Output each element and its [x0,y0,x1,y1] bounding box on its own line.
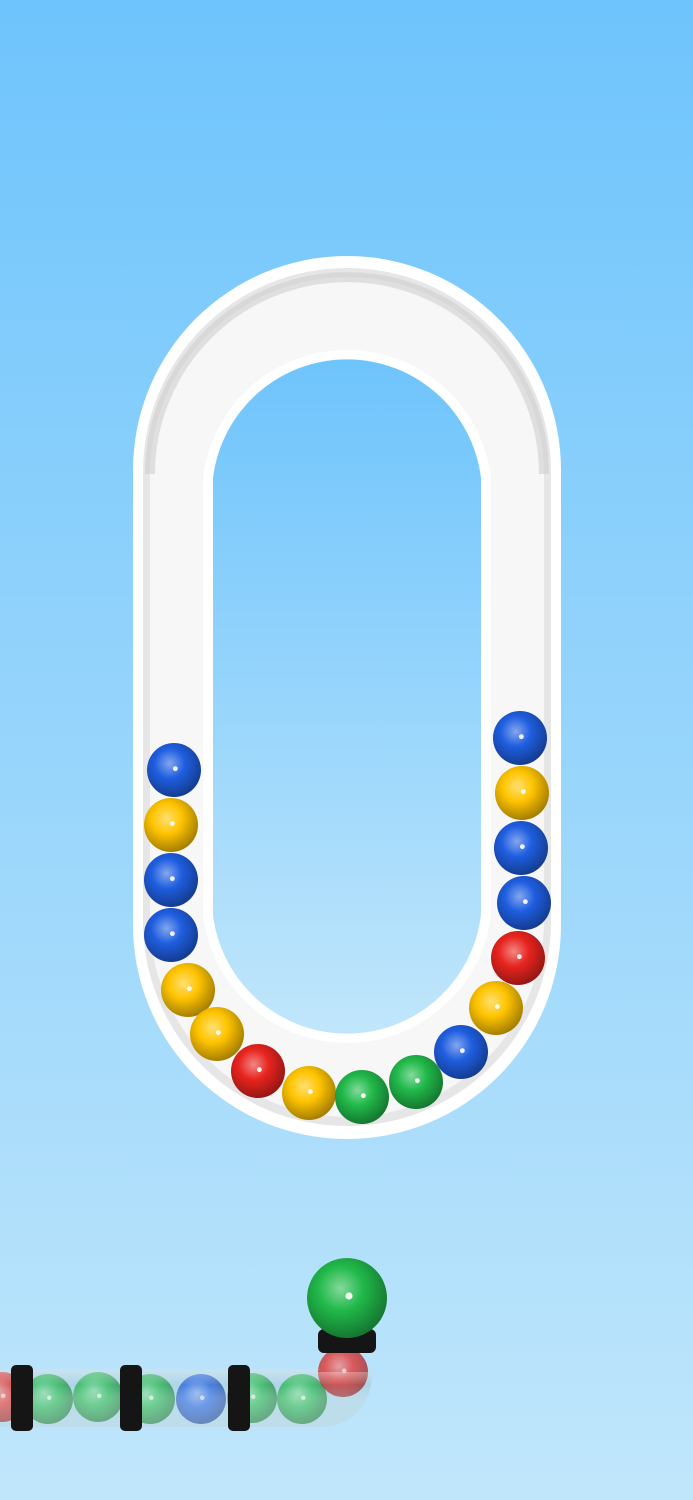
track-ball-red [491,931,545,985]
track-ball-yellow [469,981,523,1035]
track-ball-yellow [282,1066,336,1120]
tube-collar [120,1365,142,1431]
game-canvas[interactable] [0,0,693,1500]
track-ball-yellow [144,798,198,852]
shooter-ball[interactable] [307,1258,387,1338]
track-ball-blue [493,711,547,765]
shooter-ball-green [307,1258,387,1338]
track-ball-blue [144,853,198,907]
track-ball-green [389,1055,443,1109]
track-ball-green [335,1070,389,1124]
track-ball-red [231,1044,285,1098]
game-board[interactable] [0,0,693,1500]
track-ball-yellow [161,963,215,1017]
track-ball-blue [434,1025,488,1079]
tube-collar [11,1365,33,1431]
track-center-hole [213,359,481,1034]
track-ball-blue [144,908,198,962]
track-ball-blue [147,743,201,797]
track-ball-blue [494,821,548,875]
tube-collar [228,1365,250,1431]
track-ball-yellow [495,766,549,820]
track-ball-yellow [190,1007,244,1061]
track-ball-blue [497,876,551,930]
launcher-tube-gloss [0,1368,372,1427]
